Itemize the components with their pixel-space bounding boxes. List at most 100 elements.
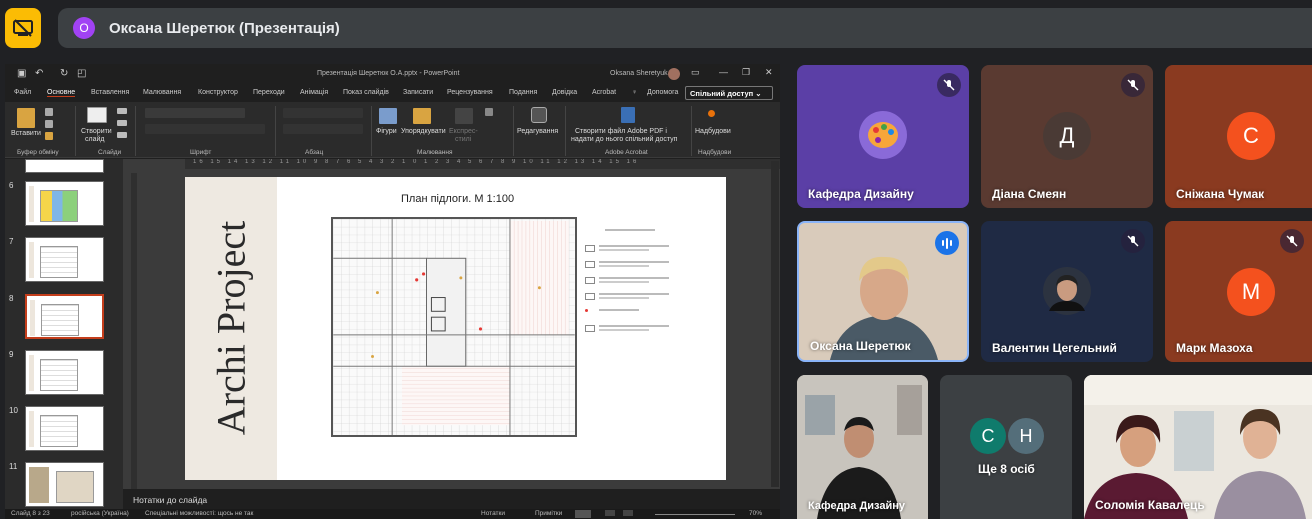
- share-button[interactable]: Спільний доступ ⌄: [685, 86, 773, 100]
- slide-scrollbar[interactable]: [771, 161, 779, 487]
- shapes-icon[interactable]: [379, 108, 397, 124]
- arrange-icon[interactable]: [413, 108, 431, 124]
- paragraph-list-buttons[interactable]: [283, 108, 363, 118]
- shape-fill-icon[interactable]: [485, 108, 493, 116]
- slide-thumbnail-9[interactable]: [25, 350, 104, 395]
- menu-design[interactable]: Конструктор: [198, 89, 238, 96]
- create-pdf-button-2[interactable]: надати до нього спільний доступ: [571, 136, 677, 144]
- menu-view[interactable]: Подання: [509, 89, 537, 96]
- slide-thumbnail-8-selected[interactable]: [25, 294, 104, 339]
- participant-tile-active-speaker[interactable]: Оксана Шеретюк: [797, 221, 969, 362]
- menu-file[interactable]: Файл: [14, 89, 31, 96]
- minimize-icon[interactable]: —: [719, 67, 728, 77]
- participant-name: Оксана Шеретюк: [810, 339, 911, 353]
- menu-help[interactable]: Довідка: [552, 89, 577, 96]
- undo-icon[interactable]: ↶: [35, 68, 43, 79]
- slide-thumbnail-11[interactable]: [25, 462, 104, 507]
- floor-plan-drawing[interactable]: [331, 217, 577, 437]
- paragraph-align-buttons[interactable]: [283, 124, 363, 134]
- participant-name: Сніжана Чумак: [1176, 187, 1265, 201]
- search-help[interactable]: Допомога: [647, 89, 678, 96]
- paste-button[interactable]: Вставити: [11, 130, 41, 138]
- participant-tile[interactable]: Д Діана Смеян: [981, 65, 1153, 208]
- save-icon[interactable]: ▣: [17, 68, 26, 79]
- menu-review[interactable]: Рецензування: [447, 89, 493, 96]
- reset-icon[interactable]: [117, 120, 127, 126]
- redo-icon[interactable]: ↻: [60, 68, 68, 79]
- addins-icon[interactable]: [708, 110, 715, 117]
- slide-thumbnail-7[interactable]: [25, 237, 104, 282]
- menu-record[interactable]: Записати: [403, 89, 433, 96]
- notes-pane[interactable]: Нотатки до слайда: [123, 489, 780, 509]
- thumb-number: 7: [9, 237, 14, 246]
- participant-tile[interactable]: С Сніжана Чумак: [1165, 65, 1312, 208]
- slide-editor[interactable]: 16 15 14 13 12 11 10 9 8 7 6 5 4 3 2 1 0…: [123, 159, 780, 489]
- cut-icon[interactable]: [45, 108, 53, 116]
- menu-animations[interactable]: Анімація: [300, 89, 328, 96]
- slide-thumbnail-10[interactable]: [25, 406, 104, 451]
- shapes-button[interactable]: Фігури: [376, 128, 397, 136]
- create-pdf-button-1[interactable]: Створити файл Adobe PDF і: [575, 128, 667, 136]
- paste-icon[interactable]: [17, 108, 35, 128]
- slide-thumbnail-5[interactable]: [25, 159, 104, 173]
- quick-styles-button-1[interactable]: Експрес-: [449, 128, 478, 136]
- menu-home[interactable]: Основне: [47, 89, 76, 97]
- participant-name: Кафедра Дизайну: [808, 500, 906, 512]
- menu-acrobat[interactable]: Acrobat: [592, 89, 616, 96]
- reading-view-icon[interactable]: [623, 510, 633, 516]
- close-icon[interactable]: ✕: [765, 67, 773, 78]
- participant-tile[interactable]: Валентин Цегельний: [981, 221, 1153, 362]
- mic-off-icon: [937, 73, 961, 97]
- arrange-button[interactable]: Упорядкувати: [401, 128, 446, 136]
- copy-icon[interactable]: [45, 120, 53, 128]
- format-painter-icon[interactable]: [45, 132, 53, 140]
- notes-toggle[interactable]: Нотатки: [481, 510, 505, 517]
- ribbon-separator: [565, 106, 566, 156]
- maximize-icon[interactable]: ❐: [742, 67, 750, 78]
- menu-draw[interactable]: Малювання: [143, 89, 181, 96]
- section-icon[interactable]: [117, 132, 127, 138]
- ribbon-display-icon[interactable]: ▭: [691, 67, 700, 78]
- thumb-number: 10: [9, 406, 18, 415]
- quick-styles-button-2[interactable]: стилі: [455, 136, 471, 144]
- font-name-box[interactable]: [145, 108, 245, 118]
- adobe-pdf-icon[interactable]: [621, 107, 635, 123]
- zoom-slider[interactable]: [655, 514, 735, 515]
- participant-tile[interactable]: Кафедра Дизайну: [797, 65, 969, 208]
- editing-button[interactable]: Редагування: [517, 128, 558, 136]
- slide-vertical-title[interactable]: Archi Project: [208, 221, 255, 435]
- layout-icon[interactable]: [117, 108, 127, 114]
- ribbon-separator: [691, 106, 692, 156]
- new-slide-icon[interactable]: [87, 107, 107, 123]
- stop-presenting-button[interactable]: [5, 8, 41, 48]
- font-format-buttons[interactable]: [145, 124, 265, 134]
- menu-insert[interactable]: Вставлення: [91, 89, 129, 96]
- floor-plan-title[interactable]: План підлоги. М 1:100: [401, 193, 514, 205]
- normal-view-icon[interactable]: [575, 510, 591, 518]
- slide-sorter-icon[interactable]: [605, 510, 615, 516]
- menu-slideshow[interactable]: Показ слайдів: [343, 89, 389, 96]
- participant-tile[interactable]: Кафедра Дизайну: [797, 375, 928, 519]
- ppt-ribbon: Вставити Буфер обміну Створити слайд Сла…: [5, 102, 780, 158]
- addins-button[interactable]: Надбудови: [695, 128, 731, 136]
- current-slide[interactable]: Archi Project План підлоги. М 1:100: [185, 177, 726, 480]
- menu-transitions[interactable]: Переходи: [253, 89, 285, 96]
- new-slide-button-2[interactable]: слайд: [85, 136, 104, 144]
- thumb-number: 6: [9, 181, 14, 190]
- ppt-user-name: Oksana Sheretyuk: [610, 70, 668, 77]
- mic-off-icon: [1121, 229, 1145, 253]
- more-participants-tile[interactable]: С Н Ще 8 осіб: [940, 375, 1072, 519]
- language-indicator[interactable]: російська (Україна): [71, 510, 129, 517]
- quick-styles-icon[interactable]: [455, 108, 473, 124]
- zoom-level[interactable]: 70%: [749, 510, 762, 517]
- group-drawing: Малювання: [417, 149, 453, 156]
- new-slide-button-1[interactable]: Створити: [81, 128, 112, 136]
- editing-icon[interactable]: [531, 107, 547, 123]
- participant-tile[interactable]: Соломія Кавалець: [1084, 375, 1312, 519]
- accessibility-status[interactable]: Спеціальні можливості: щось не так: [145, 510, 253, 517]
- participant-tile[interactable]: М Марк Мазоха: [1165, 221, 1312, 362]
- ppt-user-avatar[interactable]: [668, 68, 680, 80]
- slide-thumbnail-6[interactable]: [25, 181, 104, 226]
- presentation-icon[interactable]: ◰: [77, 68, 86, 79]
- comments-toggle[interactable]: Примітки: [535, 510, 562, 517]
